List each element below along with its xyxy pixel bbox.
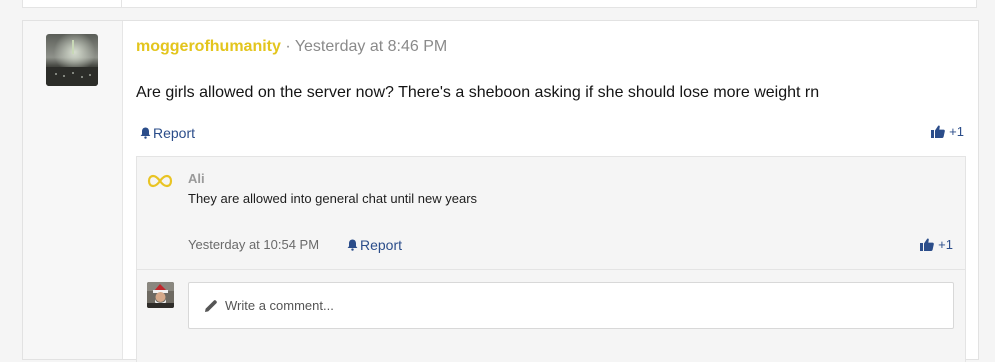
post-body: Are girls allowed on the server now? The… [136, 84, 820, 101]
post-card: moggerofhumanity · Yesterday at 8:46 PM … [22, 20, 979, 362]
post-report-label: Report [153, 125, 196, 141]
comment-like-count: +1 [938, 237, 953, 252]
comment-input[interactable]: Write a comment... [188, 282, 954, 329]
comment-author[interactable]: Ali [188, 171, 205, 186]
comment-report-label: Report [360, 237, 403, 253]
post-author-avatar[interactable] [46, 34, 98, 86]
write-comment-row: Write a comment... [136, 270, 966, 362]
pencil-icon [204, 299, 218, 318]
thumbs-up-icon [920, 238, 935, 251]
post-avatar-column [23, 21, 123, 359]
previous-post-divider [121, 0, 122, 8]
post-timestamp[interactable]: Yesterday at 8:46 PM [295, 38, 447, 55]
comment-timestamp[interactable]: Yesterday at 10:54 PM [188, 237, 319, 252]
previous-post-card [22, 0, 977, 8]
comment-like-button[interactable]: +1 [920, 237, 953, 252]
comment-report-link[interactable]: Report [347, 237, 402, 254]
comment-text: They are allowed into general chat until… [188, 191, 478, 206]
post-report-link[interactable]: Report [140, 125, 195, 142]
post-like-count: +1 [949, 124, 964, 139]
header-separator: · [285, 38, 291, 55]
bell-icon [140, 126, 151, 142]
thumbs-up-icon [931, 125, 946, 138]
post-like-button[interactable]: +1 [931, 124, 964, 139]
comment-input-placeholder: Write a comment... [225, 298, 334, 313]
comment-item: Ali They are allowed into general chat u… [136, 156, 966, 270]
infinity-icon[interactable] [147, 171, 173, 191]
bell-icon [347, 238, 358, 254]
post-header: moggerofhumanity · Yesterday at 8:46 PM [136, 38, 447, 56]
current-user-avatar[interactable] [147, 282, 174, 308]
post-username[interactable]: moggerofhumanity [136, 38, 281, 55]
